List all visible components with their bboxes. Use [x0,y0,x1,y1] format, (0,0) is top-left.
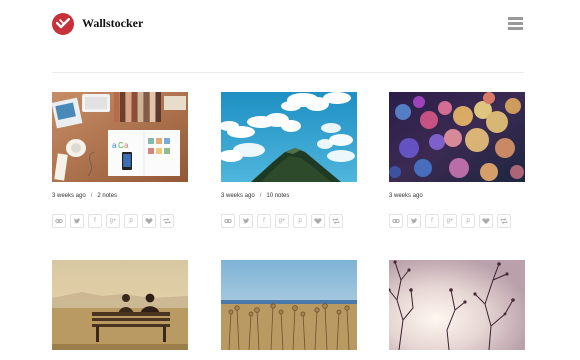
hamburger-menu-icon[interactable] [508,17,523,30]
google-plus-button[interactable]: g+ [275,214,289,228]
post-card: a C a 3 weeks ago / 2 notes f g+ p [52,92,188,228]
share-actions: f g+ p [389,214,525,228]
post-timestamp[interactable]: 3 weeks ago [52,193,86,199]
share-actions: f g+ p [52,214,188,228]
heart-icon [482,218,490,224]
facebook-button[interactable]: f [88,214,102,228]
post-image-bokeh[interactable] [389,92,525,182]
link-icon [224,219,232,223]
google-plus-icon: g+ [109,218,117,224]
twitter-button[interactable] [70,214,84,228]
google-plus-button[interactable]: g+ [106,214,120,228]
twitter-icon [74,218,81,224]
post-notes[interactable]: 2 notes [97,193,117,199]
reblog-icon [500,218,508,224]
pinterest-icon: p [466,218,470,224]
post-card: 3 weeks ago f g+ p [389,92,525,228]
post-image-desk[interactable]: a C a [52,92,188,182]
meta-separator: / [90,193,93,199]
reblog-icon [332,218,340,224]
link-button[interactable] [221,214,235,228]
post-card: 3 weeks ago / 10 notes f g+ p [221,92,357,228]
site-title[interactable]: Wallstocker [82,16,143,31]
post-image-bench-couple[interactable] [52,260,188,350]
pinterest-icon: p [298,218,302,224]
post-card [52,260,188,350]
facebook-icon: f [94,218,96,224]
pinterest-icon: p [129,218,133,224]
facebook-icon: f [263,218,265,224]
facebook-button[interactable]: f [257,214,271,228]
post-image-branches[interactable] [389,260,525,350]
post-image-mountain[interactable] [221,92,357,182]
header-divider [52,72,524,73]
post-timestamp[interactable]: 3 weeks ago [221,193,255,199]
google-plus-icon: g+ [446,218,454,224]
reblog-button[interactable] [160,214,174,228]
pinterest-button[interactable]: p [461,214,475,228]
svg-text:a: a [124,141,129,150]
heart-icon [145,218,153,224]
post-timestamp[interactable]: 3 weeks ago [389,193,423,199]
pinterest-button[interactable]: p [124,214,138,228]
reblog-icon [163,218,171,224]
pinterest-button[interactable]: p [293,214,307,228]
logo-icon[interactable] [52,13,74,35]
google-plus-icon: g+ [278,218,286,224]
google-plus-button[interactable]: g+ [443,214,457,228]
link-button[interactable] [52,214,66,228]
like-button[interactable] [479,214,493,228]
post-meta: 3 weeks ago / 2 notes [52,193,188,203]
post-card [221,260,357,350]
like-button[interactable] [142,214,156,228]
reblog-button[interactable] [329,214,343,228]
share-actions: f g+ p [221,214,357,228]
facebook-button[interactable]: f [425,214,439,228]
site-header: Wallstocker [0,0,580,72]
post-image-dry-field[interactable] [221,260,357,350]
like-button[interactable] [311,214,325,228]
twitter-button[interactable] [407,214,421,228]
post-notes[interactable]: 10 notes [266,193,289,199]
post-card [389,260,525,350]
post-meta: 3 weeks ago [389,193,525,203]
link-icon [55,219,63,223]
meta-separator: / [259,193,262,199]
svg-text:a: a [112,141,117,150]
reblog-button[interactable] [497,214,511,228]
twitter-icon [411,218,418,224]
post-meta: 3 weeks ago / 10 notes [221,193,357,203]
facebook-icon: f [431,218,433,224]
link-icon [392,219,400,223]
twitter-icon [243,218,250,224]
link-button[interactable] [389,214,403,228]
heart-icon [314,218,322,224]
twitter-button[interactable] [239,214,253,228]
